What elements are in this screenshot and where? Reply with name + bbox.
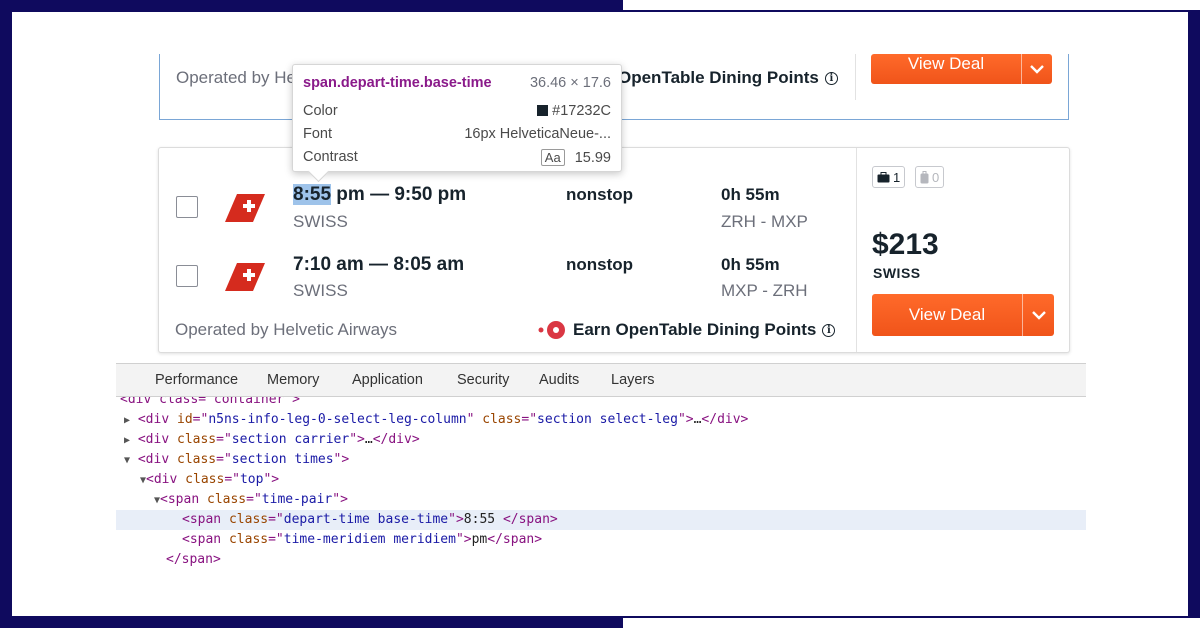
view-deal-label: View Deal	[908, 305, 986, 324]
attr-value: depart-time base-time	[283, 512, 449, 527]
airline-name: SWISS	[293, 281, 348, 300]
chevron-down-icon[interactable]	[1023, 294, 1054, 336]
view-deal-label: View Deal	[907, 54, 985, 73]
tab-security[interactable]: Security	[457, 364, 509, 396]
color-value-wrap: #17232C	[537, 103, 611, 119]
stops-text: nonstop	[566, 255, 634, 274]
tab-application[interactable]: Application	[352, 364, 423, 396]
contrast-value: 15.99	[574, 149, 611, 166]
font-value: 16px HelveticaNeue-...	[464, 126, 611, 142]
frame-corner-top	[623, 0, 1200, 10]
attr-value: section carrier	[231, 432, 350, 447]
tooltip-contrast-row: Contrast Aa 15.99	[303, 147, 611, 167]
suitcase-icon	[920, 170, 929, 183]
tab-memory[interactable]: Memory	[267, 364, 319, 396]
tooltip-selector: span.depart-time.base-time	[303, 75, 492, 91]
attr-value: section select-leg	[537, 412, 678, 427]
attr-value: section times	[231, 452, 334, 467]
info-icon[interactable]: i	[822, 323, 836, 337]
earn-points-text: OpenTable Dining Points i	[618, 68, 838, 88]
dom-line[interactable]: ▶ <div class="section carrier">…</div>	[116, 430, 1086, 450]
attr-value: top	[239, 472, 264, 487]
tab-performance[interactable]: Performance	[155, 364, 238, 396]
operated-by-text: Operated by Helvetic Airways	[175, 320, 398, 339]
checked-count: 0	[932, 169, 940, 185]
expand-triangle-icon[interactable]: ▶	[124, 435, 130, 446]
route-text: MXP - ZRH	[721, 281, 808, 300]
stops-text: nonstop	[566, 185, 634, 204]
swiss-logo-icon	[225, 263, 265, 291]
dom-line-text: <div class="container">	[120, 397, 301, 407]
dom-line[interactable]: <div class="container">	[116, 397, 1086, 410]
carry-on-bag-badge[interactable]: 1	[872, 166, 906, 188]
dom-line-selected[interactable]: <span class="depart-time base-time">8:55…	[116, 510, 1086, 530]
tab-layers[interactable]: Layers	[611, 364, 655, 396]
earn-points-label: OpenTable Dining Points	[618, 68, 819, 87]
tooltip-size: 36.46 × 17.6	[529, 75, 611, 91]
contrast-label: Contrast	[303, 149, 358, 165]
contrast-aa-badge: Aa	[540, 148, 565, 166]
dom-line[interactable]: </span>	[116, 550, 1086, 570]
color-swatch	[537, 105, 549, 116]
times-leg-2: 7:10 am — 8:05 am	[293, 254, 465, 275]
dom-line[interactable]: ▼<span class="time-pair">	[116, 490, 1086, 510]
font-label: Font	[303, 126, 333, 142]
chevron-down-icon[interactable]	[1022, 54, 1052, 84]
checked-bag-badge[interactable]: 0	[915, 166, 945, 188]
tooltip-header: span.depart-time.base-time 36.46 × 17.6	[303, 73, 611, 93]
inspector-tooltip: span.depart-time.base-time 36.46 × 17.6 …	[292, 64, 622, 183]
earn-points: Earn OpenTable Dining Points i	[537, 319, 836, 341]
view-deal-button[interactable]: View Deal	[871, 54, 1052, 84]
color-value: #17232C	[552, 103, 611, 119]
route-text: ZRH - MXP	[721, 212, 808, 231]
attr-value: time-meridiem meridiem	[283, 532, 456, 547]
time-rest: pm — 9:50 pm	[331, 184, 467, 205]
card-divider	[856, 148, 857, 352]
carry-on-count: 1	[893, 169, 901, 185]
dom-line[interactable]: ▼ <div class="section times">	[116, 450, 1086, 470]
attr-value: n5ns-info-leg-0-select-leg-column	[208, 412, 467, 427]
duration-text: 0h 55m	[721, 185, 780, 204]
times-leg-1: 8:55 pm — 9:50 pm	[293, 184, 466, 206]
element-text: 8:55	[463, 512, 503, 527]
info-icon[interactable]: i	[824, 71, 838, 85]
devtools-tabbar: Performance Memory Application Security …	[116, 363, 1086, 397]
card-divider	[855, 54, 856, 100]
dom-line[interactable]: ▼<div class="top">	[116, 470, 1086, 490]
dom-line[interactable]: <span class="time-meridiem meridiem">pm<…	[116, 530, 1086, 550]
view-deal-button[interactable]: View Deal	[872, 294, 1054, 336]
flight-card: 8:55 pm — 9:50 pm SWISS nonstop 0h 55m Z…	[158, 147, 1070, 353]
expand-triangle-icon[interactable]: ▶	[124, 415, 130, 426]
tooltip-color-row: Color #17232C	[303, 101, 611, 121]
frame-corner-bottom	[623, 618, 1200, 628]
select-checkbox-leg-1[interactable]	[176, 196, 198, 218]
airline-name: SWISS	[293, 212, 348, 231]
duration-text: 0h 55m	[721, 255, 780, 274]
swiss-logo-icon	[225, 194, 265, 222]
attr-value: time-pair	[261, 492, 333, 507]
dom-line[interactable]: ▶ <div id="n5ns-info-leg-0-select-leg-co…	[116, 410, 1086, 430]
earn-points-label: Earn OpenTable Dining Points	[573, 320, 817, 339]
price-airline: SWISS	[873, 265, 921, 281]
opentable-icon	[538, 321, 565, 339]
color-label: Color	[303, 103, 338, 119]
operated-by-text: Operated by He	[176, 68, 297, 87]
collapse-triangle-icon[interactable]: ▼	[124, 455, 130, 466]
select-checkbox-leg-2[interactable]	[176, 265, 198, 287]
tab-audits[interactable]: Audits	[539, 364, 579, 396]
tooltip-font-row: Font 16px HelveticaNeue-...	[303, 124, 611, 144]
contrast-value-wrap: Aa 15.99	[540, 148, 611, 166]
price-text: $213	[872, 228, 939, 261]
depart-time-highlighted: 8:55	[293, 184, 332, 205]
dom-tree: <div class="container"> ▶ <div id="n5ns-…	[116, 397, 1086, 577]
briefcase-icon	[877, 171, 890, 182]
element-text: pm	[471, 532, 488, 547]
